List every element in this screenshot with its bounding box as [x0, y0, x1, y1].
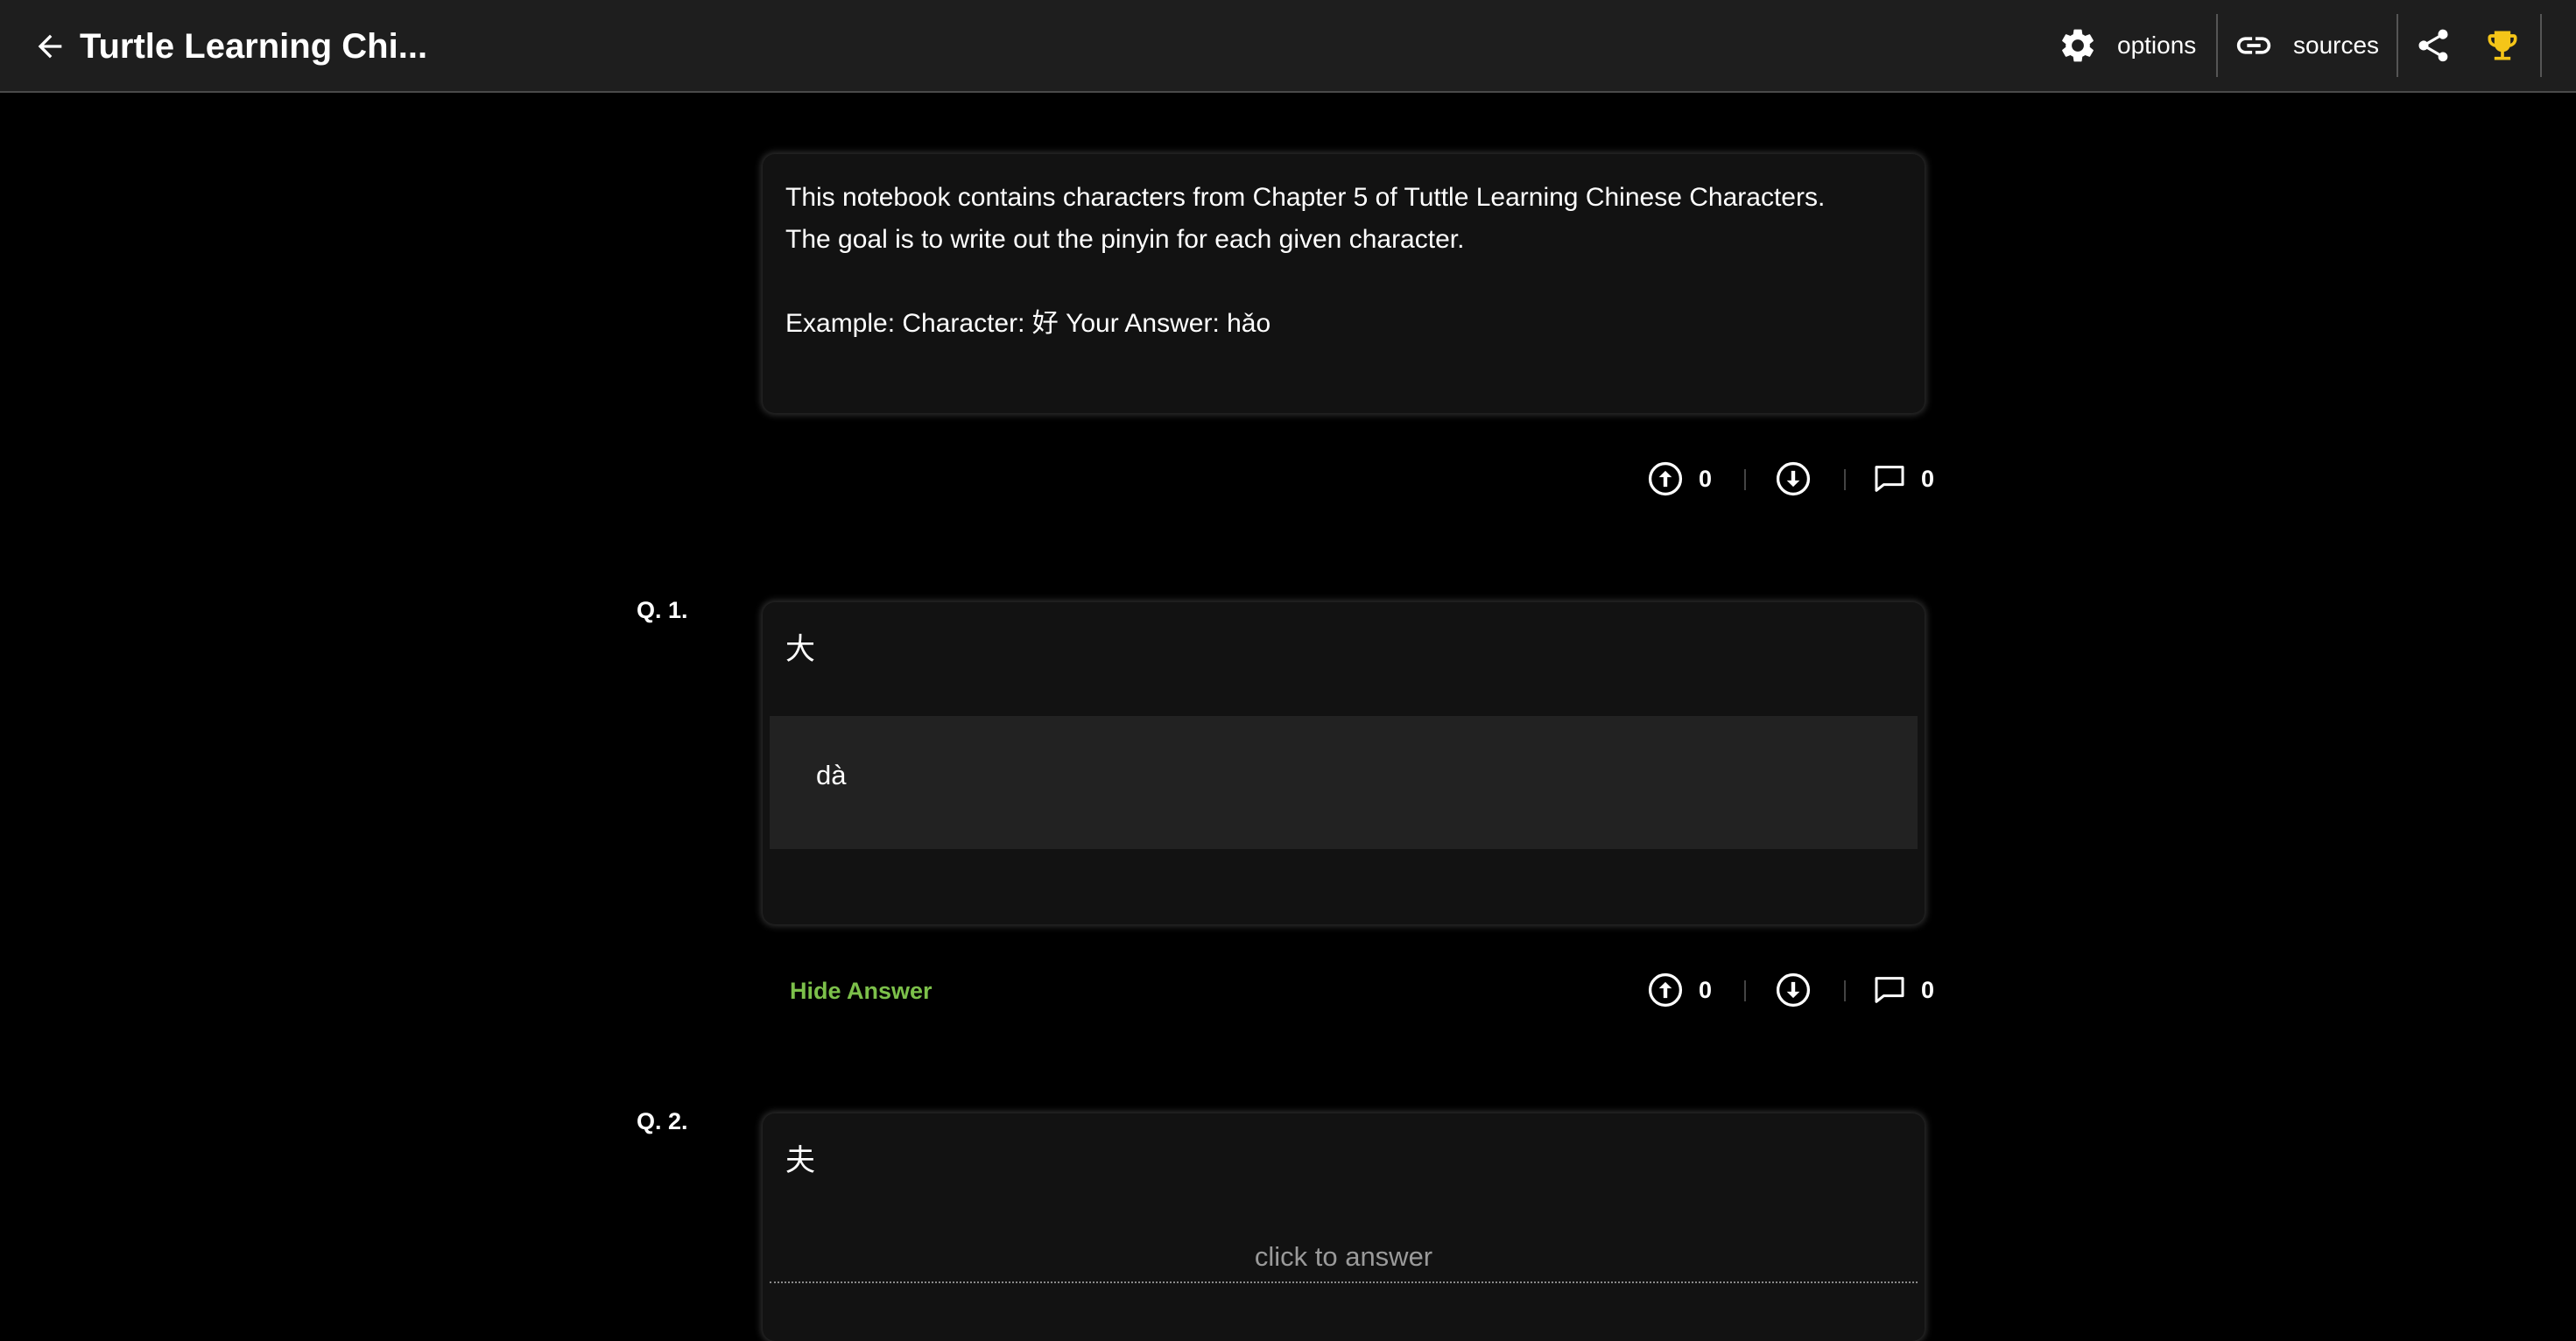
- question-card: 大 dà: [763, 602, 1925, 924]
- comment-button[interactable]: 0: [1872, 455, 1934, 502]
- action-divider: [1744, 980, 1746, 1001]
- upvote-count: 0: [1699, 465, 1713, 492]
- arrow-down-circle-icon: [1776, 972, 1811, 1008]
- question-card: 夫 click to answer: [763, 1113, 1925, 1341]
- answer-box: dà: [770, 716, 1918, 849]
- arrow-up-circle-icon: [1648, 461, 1683, 496]
- intro-example: Example: Character: 好 Your Answer: hǎo: [785, 309, 1271, 338]
- options-label: options: [2117, 32, 2197, 59]
- intro-line: The goal is to write out the pinyin for …: [785, 225, 1465, 254]
- share-icon: [2418, 29, 2448, 62]
- trophy-button[interactable]: [2483, 0, 2522, 91]
- header-divider: [2397, 14, 2398, 77]
- question-character: 夫: [785, 1144, 815, 1177]
- header-divider: [2216, 14, 2218, 77]
- click-to-answer-field[interactable]: click to answer: [770, 1241, 1918, 1283]
- comment-count: 0: [1921, 976, 1935, 1003]
- question-actions: 0 0: [1646, 966, 1935, 1014]
- back-button[interactable]: [26, 23, 74, 70]
- page-title: Turtle Learning Chi...: [80, 27, 428, 66]
- sources-label: sources: [2293, 32, 2380, 59]
- top-bar: Turtle Learning Chi... options sources: [0, 0, 2576, 93]
- intro-line: This notebook contains characters from C…: [785, 183, 1826, 212]
- downvote-button[interactable]: [1774, 455, 1812, 502]
- comment-button[interactable]: 0: [1872, 966, 1934, 1014]
- comment-icon: [1875, 977, 1904, 1003]
- downvote-button[interactable]: [1774, 966, 1812, 1014]
- header-divider: [2540, 14, 2542, 77]
- upvote-count: 0: [1699, 976, 1713, 1003]
- action-divider: [1744, 469, 1746, 490]
- action-divider: [1844, 469, 1846, 490]
- answer-text: dà: [816, 760, 847, 790]
- upvote-button[interactable]: 0: [1646, 966, 1712, 1014]
- hide-answer-button[interactable]: Hide Answer: [790, 978, 933, 1005]
- upvote-button[interactable]: 0: [1646, 455, 1712, 502]
- question-number: Q. 1.: [637, 597, 688, 623]
- intro-text: This notebook contains characters from C…: [785, 177, 1902, 345]
- trophy-icon: [2488, 31, 2517, 60]
- link-icon: [2236, 37, 2271, 54]
- gear-icon: [2062, 29, 2094, 62]
- arrow-up-circle-icon: [1648, 972, 1683, 1008]
- question-character: 大: [785, 633, 815, 666]
- options-button[interactable]: options: [2058, 0, 2196, 91]
- action-divider: [1844, 980, 1846, 1001]
- arrow-down-circle-icon: [1776, 461, 1811, 496]
- arrow-left-icon: [38, 34, 62, 59]
- sources-button[interactable]: sources: [2234, 0, 2379, 91]
- comment-count: 0: [1921, 465, 1935, 492]
- comment-icon: [1875, 466, 1904, 492]
- question-number: Q. 2.: [637, 1108, 688, 1134]
- intro-card: This notebook contains characters from C…: [763, 154, 1925, 413]
- share-button[interactable]: [2414, 0, 2453, 91]
- intro-actions: 0 0: [1646, 455, 1935, 502]
